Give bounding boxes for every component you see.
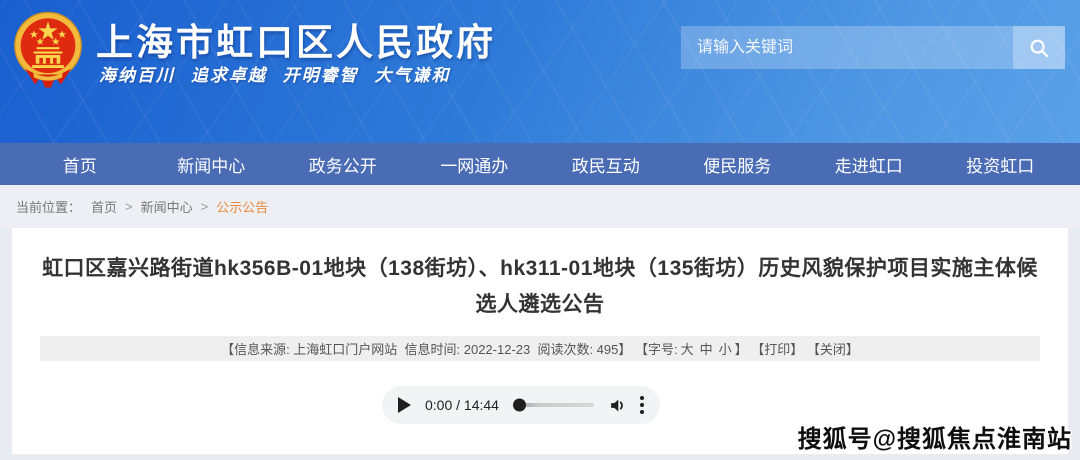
breadcrumb-home[interactable]: 首页 <box>91 197 117 216</box>
nav-item-one-stop-services[interactable]: 一网通办 <box>409 143 541 185</box>
nav-item-about-hongkou[interactable]: 走进虹口 <box>803 143 935 185</box>
site-slogan: 海纳百川 追求卓越 开明睿智 大气谦和 <box>99 61 451 86</box>
breadcrumb-separator: > <box>201 199 209 214</box>
search-icon <box>1028 37 1050 59</box>
play-icon[interactable] <box>398 397 411 413</box>
audio-slider-thumb[interactable] <box>513 399 526 412</box>
audio-menu-kebab-icon[interactable] <box>640 396 644 414</box>
audio-player: 0:00 / 14:44 <box>382 386 660 424</box>
audio-time: 0:00 / 14:44 <box>425 397 499 413</box>
breadcrumb-separator: > <box>125 199 133 214</box>
search-input[interactable] <box>681 26 1013 69</box>
font-size-small-button[interactable]: 小 <box>719 339 732 358</box>
breadcrumb-news-center[interactable]: 新闻中心 <box>141 197 193 216</box>
main-nav: 首页 新闻中心 政务公开 一网通办 政民互动 便民服务 走进虹口 投资虹口 <box>0 143 1080 185</box>
nav-item-invest-hongkou[interactable]: 投资虹口 <box>935 143 1067 185</box>
font-size-label: 【字号: <box>631 339 677 358</box>
national-emblem-icon <box>12 9 84 91</box>
volume-icon[interactable] <box>608 396 627 415</box>
article-meta-bar: 【信息来源: 上海虹口门户网站 信息时间: 2022-12-23 阅读次数: 4… <box>40 336 1040 361</box>
nav-item-news-center[interactable]: 新闻中心 <box>146 143 278 185</box>
site-title: 上海市虹口区人民政府 <box>96 12 496 66</box>
article-title: 虹口区嘉兴路街道hk356B-01地块（138街坊）、hk311-01地块（13… <box>40 251 1040 323</box>
font-size-bracket: 】 <box>735 339 748 358</box>
breadcrumb-current-announcements[interactable]: 公示公告 <box>216 197 268 216</box>
search-button[interactable] <box>1013 26 1065 69</box>
nav-item-home[interactable]: 首页 <box>14 143 146 185</box>
search-bar <box>681 26 1065 69</box>
article-meta-info: 【信息来源: 上海虹口门户网站 信息时间: 2022-12-23 阅读次数: 4… <box>221 339 631 358</box>
site-header: 上海市虹口区人民政府 海纳百川 追求卓越 开明睿智 大气谦和 <box>0 0 1080 143</box>
nav-item-convenience-services[interactable]: 便民服务 <box>672 143 804 185</box>
breadcrumb-label: 当前位置： <box>16 197 81 216</box>
nav-item-public-interaction[interactable]: 政民互动 <box>540 143 672 185</box>
breadcrumb: 当前位置： 首页 > 新闻中心 > 公示公告 <box>0 185 1080 228</box>
close-button[interactable]: 【关闭】 <box>803 339 859 358</box>
sohu-watermark: 搜狐号@搜狐焦点淮南站 <box>798 419 1072 454</box>
font-size-medium-button[interactable]: 中 <box>700 339 713 358</box>
audio-progress-slider[interactable] <box>515 403 594 407</box>
nav-item-gov-affairs[interactable]: 政务公开 <box>277 143 409 185</box>
print-button[interactable]: 【打印】 <box>748 339 804 358</box>
font-size-large-button[interactable]: 大 <box>681 339 694 358</box>
